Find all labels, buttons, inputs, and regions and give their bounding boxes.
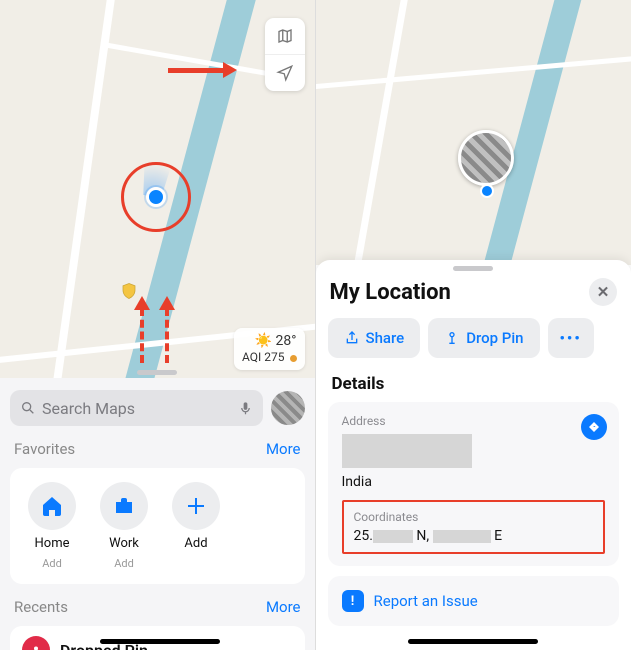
- annotation-swipe-arrow: [165, 308, 173, 363]
- sheet-grabber[interactable]: [137, 370, 177, 375]
- user-location-dot: [146, 187, 166, 207]
- my-location-screen: My Location ✕ Share Drop Pin ••• Details: [316, 0, 631, 650]
- locate-me-button[interactable]: [265, 54, 305, 91]
- lon-redacted: [433, 530, 491, 543]
- plus-icon: [184, 494, 208, 518]
- lat-redacted: [373, 530, 413, 543]
- coordinates-value[interactable]: 25. N, E: [354, 528, 594, 544]
- weather-chip[interactable]: ☀️ 28° AQI 275: [234, 328, 304, 370]
- annotation-swipe-arrow: [140, 308, 148, 363]
- directions-button[interactable]: [581, 414, 607, 440]
- temperature-value: 28°: [276, 333, 297, 349]
- map-canvas[interactable]: [316, 0, 631, 265]
- favorite-add[interactable]: Add: [160, 482, 232, 570]
- pin-icon: [22, 636, 50, 650]
- home-indicator[interactable]: [408, 639, 538, 644]
- recents-more-link[interactable]: More: [266, 598, 301, 616]
- recents-header: Recents: [14, 598, 68, 616]
- search-placeholder: Search Maps: [42, 399, 238, 418]
- favorites-more-link[interactable]: More: [266, 440, 301, 458]
- map-controls: [265, 18, 305, 91]
- pin-icon: [444, 330, 460, 346]
- favorites-header: Favorites: [14, 440, 75, 458]
- report-issue-button[interactable]: ! Report an Issue: [328, 576, 620, 626]
- favorite-home[interactable]: Home Add: [16, 482, 88, 570]
- home-icon: [40, 494, 64, 518]
- briefcase-icon: [112, 494, 136, 518]
- user-avatar-on-map[interactable]: [458, 130, 514, 186]
- search-sheet: Search Maps Favorites More Home Add Work: [0, 378, 315, 650]
- maps-home-screen: ☀️ 28° AQI 275 Search Maps Favorites Mor…: [0, 0, 316, 650]
- address-redacted: [342, 434, 472, 468]
- coordinates-section: Coordinates 25. N, E: [342, 500, 606, 554]
- details-card: Address India Coordinates 25. N, E: [328, 402, 620, 566]
- coordinates-label: Coordinates: [354, 510, 594, 524]
- redaction-bar: [100, 639, 220, 644]
- mic-icon[interactable]: [238, 399, 253, 417]
- aqi-label: AQI 275: [242, 350, 285, 364]
- search-input[interactable]: Search Maps: [10, 390, 263, 426]
- search-icon: [20, 400, 36, 416]
- map-mode-button[interactable]: [265, 18, 305, 54]
- recents-item[interactable]: Dropped Pin: [10, 626, 305, 650]
- more-actions-button[interactable]: •••: [548, 318, 594, 358]
- sheet-grabber[interactable]: [453, 266, 493, 271]
- address-label: Address: [342, 414, 606, 428]
- annotation-arrow: [168, 62, 237, 78]
- user-location-dot: [480, 184, 494, 198]
- ellipsis-icon: •••: [560, 329, 582, 347]
- map-canvas[interactable]: ☀️ 28° AQI 275: [0, 0, 315, 378]
- share-icon: [344, 330, 360, 346]
- drop-pin-button[interactable]: Drop Pin: [428, 318, 539, 358]
- report-issue-label: Report an Issue: [374, 592, 478, 610]
- share-button[interactable]: Share: [328, 318, 421, 358]
- address-country: India: [342, 474, 606, 490]
- annotation-circle: [121, 162, 191, 232]
- details-header: Details: [316, 370, 631, 402]
- sheet-title: My Location: [330, 280, 451, 305]
- favorites-card: Home Add Work Add Add: [10, 468, 305, 584]
- profile-avatar[interactable]: [271, 391, 305, 425]
- report-icon: !: [342, 590, 364, 612]
- favorite-work[interactable]: Work Add: [88, 482, 160, 570]
- close-button[interactable]: ✕: [589, 278, 617, 306]
- location-sheet: My Location ✕ Share Drop Pin ••• Details: [316, 260, 631, 650]
